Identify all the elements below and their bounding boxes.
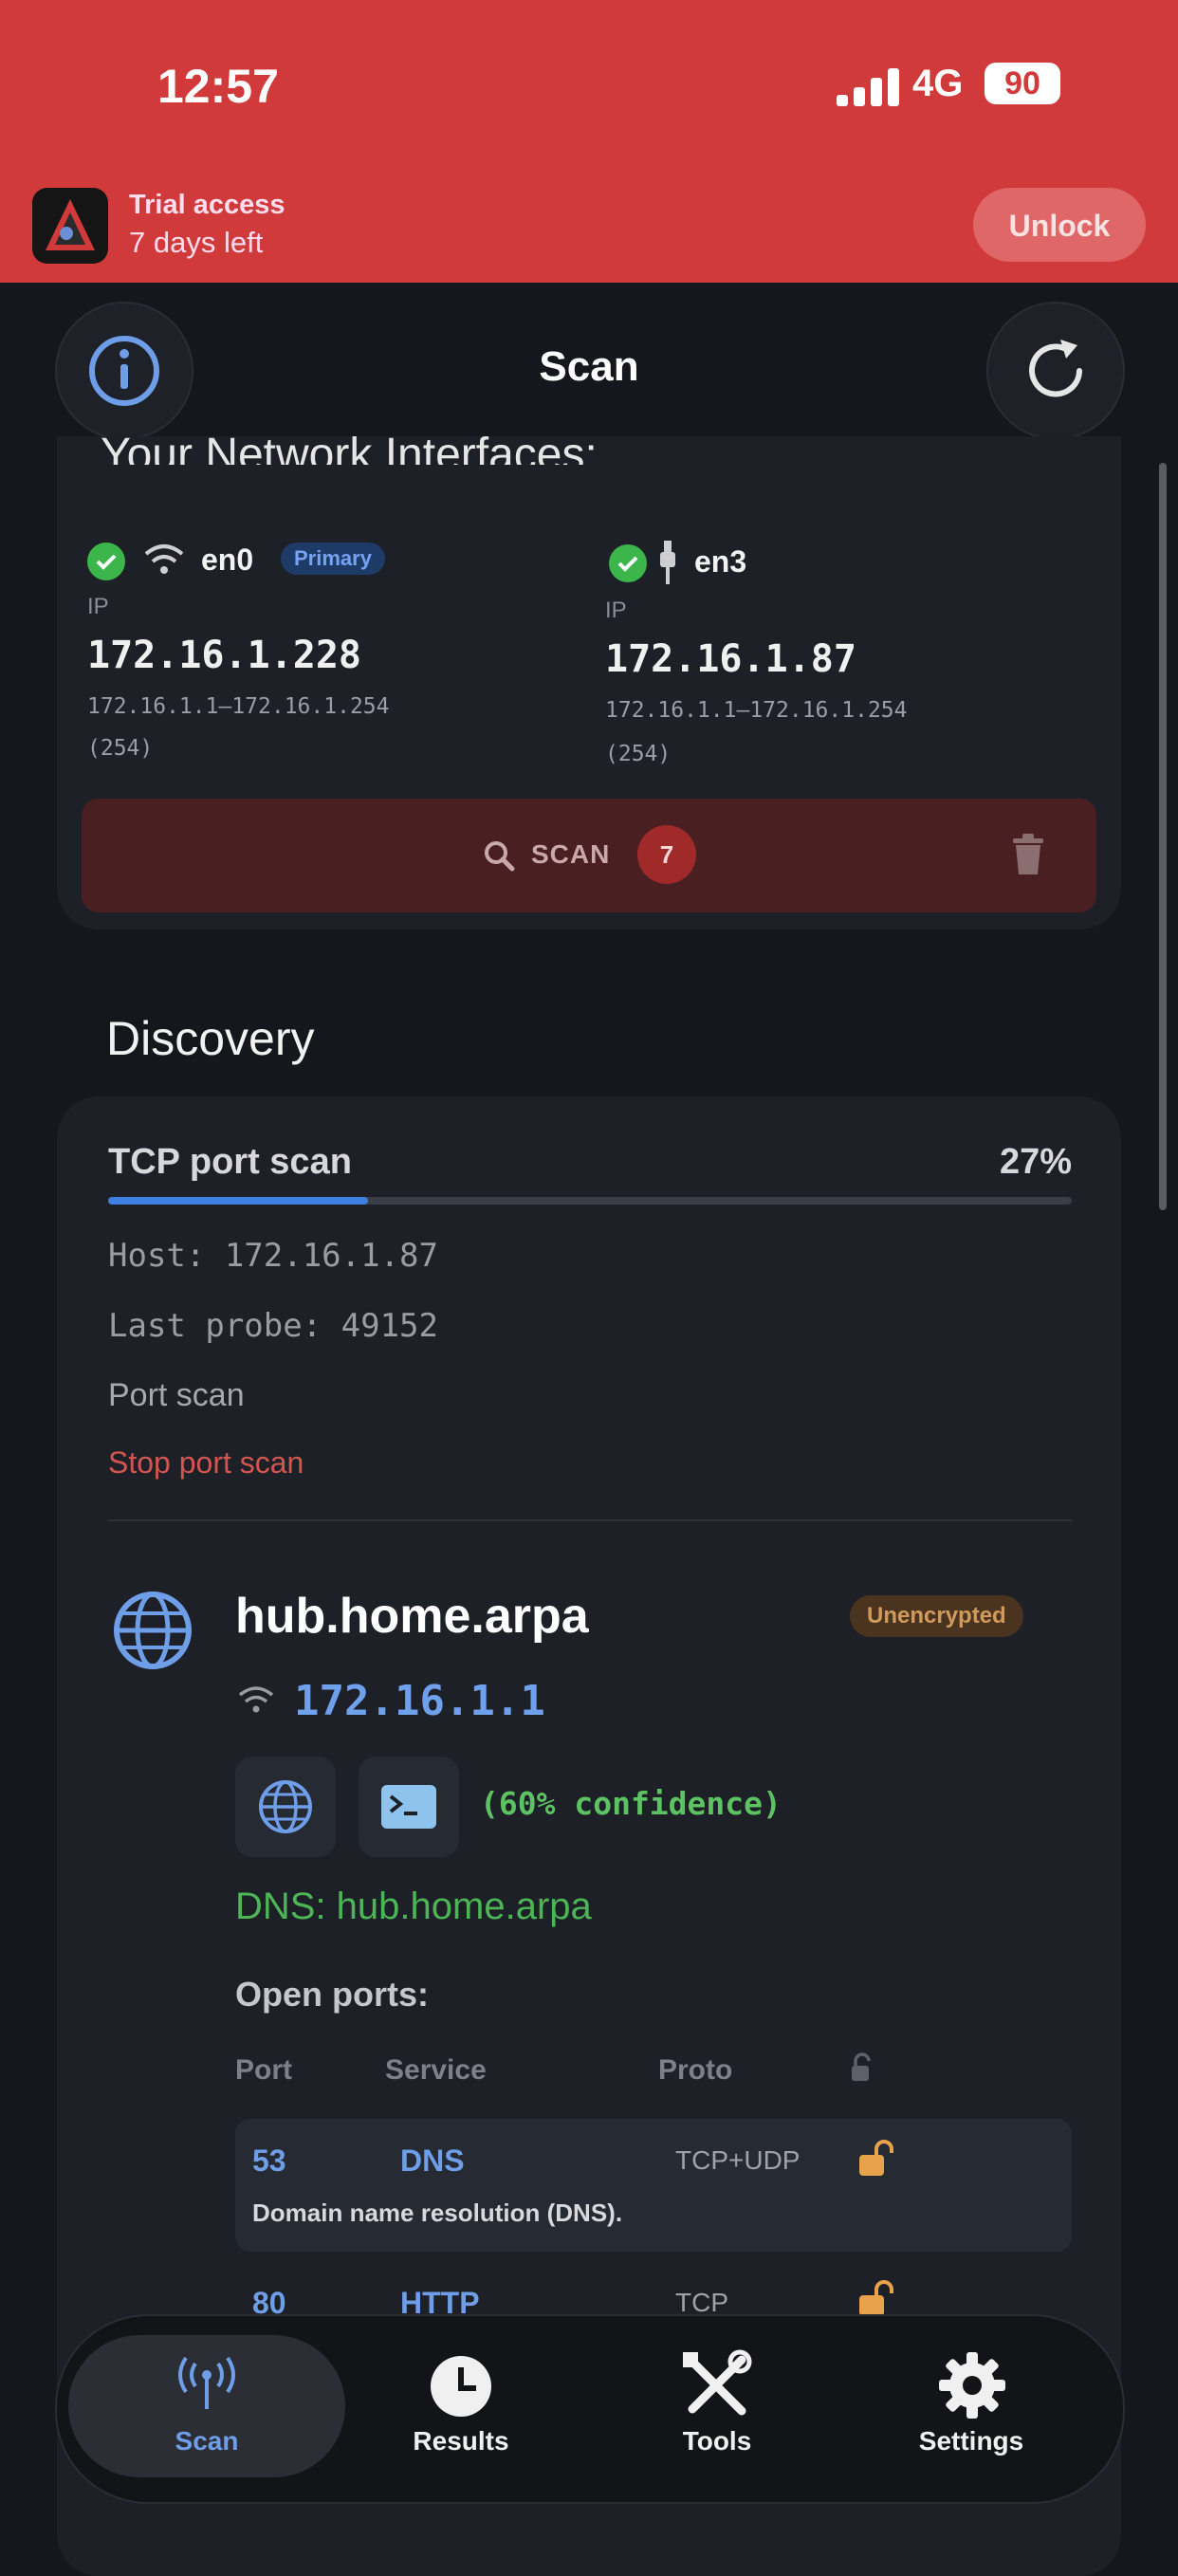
tab-label-settings: Settings [918,2426,1024,2456]
status-time: 12:57 [157,60,279,113]
refresh-button[interactable] [986,302,1125,440]
lock-icon [852,2052,871,2081]
ip-label: IP [87,594,109,619]
check-icon [609,544,647,582]
ip-label: IP [605,598,627,623]
column-header-proto: Proto [658,2054,733,2086]
discovery-title: Discovery [106,1012,315,1065]
unlocked-icon [859,2140,893,2176]
globe-icon [114,1592,192,1669]
divider [108,1519,1072,1521]
scan-count-badge: 7 [637,825,696,884]
port-proto: TCP+UDP [675,2145,801,2175]
search-icon [485,841,515,872]
scan-label: SCAN [531,839,611,869]
tab-label-results: Results [413,2426,509,2456]
clock-icon [431,2356,491,2417]
primary-badge: Primary [281,543,385,575]
trial-title: Trial access [129,190,285,220]
battery-indicator: 90 [985,63,1060,104]
tcp-scan-percent: 27% [999,1142,1072,1182]
open-ports-label: Open ports: [235,1975,429,2014]
ethernet-icon [660,541,675,584]
host-ip: 172.16.1.1 [294,1677,545,1725]
interface-ip: 172.16.1.87 [605,637,856,681]
interface-name: en0 [201,543,254,577]
last-probe: Last probe: 49152 [108,1307,438,1345]
confidence-label: (60% confidence) [480,1785,782,1822]
app-logo-icon [32,188,108,264]
port-service: DNS [400,2144,465,2178]
port-scan-label: Port scan [108,1377,245,1413]
wifi-icon [238,1686,274,1713]
port-number: 53 [252,2144,286,2178]
tab-label-scan: Scan [175,2426,239,2456]
scrollbar[interactable] [1159,463,1167,1210]
scan-host: Host: 172.16.1.87 [108,1237,438,1275]
port-description: Domain name resolution (DNS). [252,2199,623,2227]
interface-range: 172.16.1.1–172.16.1.254 [87,694,390,719]
dns-name: DNS: hub.home.arpa [235,1886,592,1927]
network-type: 4G [912,63,964,104]
stop-port-scan-link[interactable]: Stop port scan [108,1445,304,1481]
tcp-scan-title: TCP port scan [108,1142,352,1182]
gear-icon [939,2352,1005,2419]
interface-name: en3 [694,544,747,579]
port-row[interactable] [235,2119,1072,2252]
column-header-service: Service [385,2054,487,2086]
trial-days-left: 7 days left [129,226,264,259]
tab-label-tools: Tools [682,2426,752,2456]
terminal-icon [381,1785,436,1829]
trash-icon[interactable] [1009,833,1047,876]
wifi-icon [144,544,184,574]
interface-range: 172.16.1.1–172.16.1.254 [605,698,908,723]
interfaces-section-title: Your Network Interfaces: [101,436,598,465]
check-icon [87,543,125,580]
column-header-port: Port [235,2054,292,2086]
host-name: hub.home.arpa [235,1589,589,1644]
terminal-service-button[interactable] [359,1757,459,1857]
progress-fill [108,1197,369,1205]
globe-icon [259,1780,312,1833]
interface-host-count: (254) [87,736,154,761]
unencrypted-badge: Unencrypted [850,1595,1023,1637]
interface-host-count: (254) [605,742,672,766]
refresh-icon [1029,340,1082,397]
tools-icon [683,2349,752,2416]
interface-ip: 172.16.1.228 [87,634,361,677]
web-service-button[interactable] [235,1757,336,1857]
cellular-signal-icon [837,68,899,106]
antenna-icon [178,2356,235,2409]
unlock-button[interactable]: Unlock [973,188,1146,262]
